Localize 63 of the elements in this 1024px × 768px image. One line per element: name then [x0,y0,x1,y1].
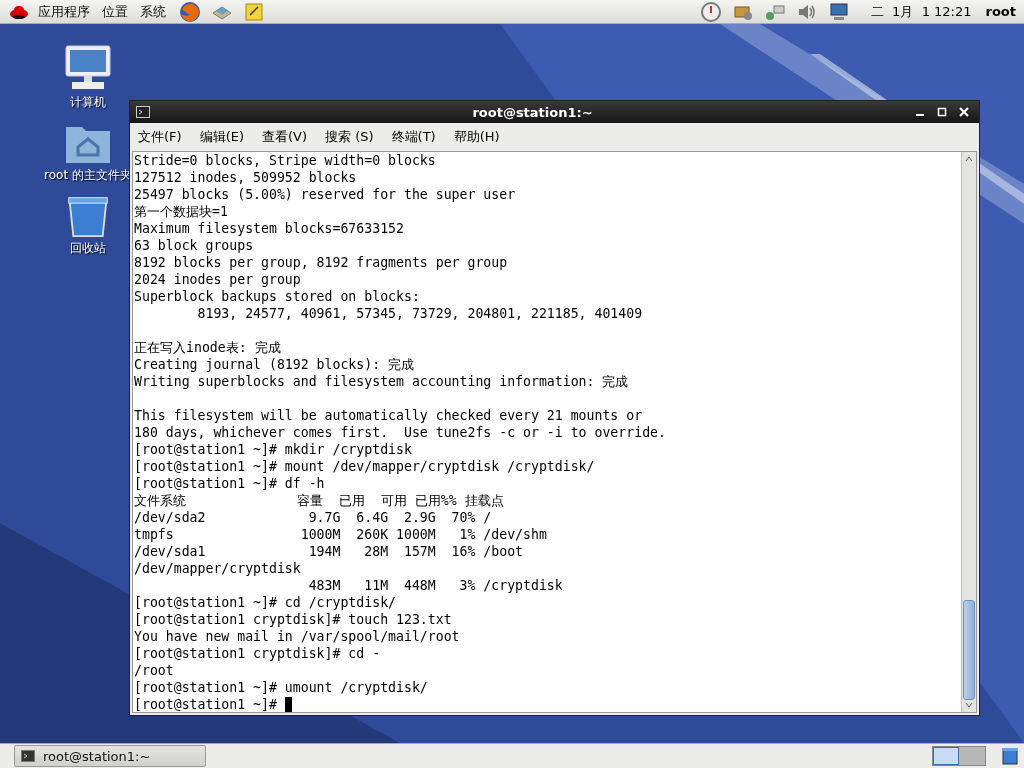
menu-item[interactable]: 搜索 (S) [321,126,378,148]
menu-item[interactable]: 查看(V) [258,126,312,148]
panel-menu[interactable]: 应用程序 [38,2,90,21]
terminal-line: [root@station1 ~]# umount /cryptdisk/ [134,680,428,695]
terminal-line: 127512 inodes, 509952 blocks [134,170,357,185]
terminal-line: Stride=0 blocks, Stripe width=0 blocks [134,153,436,168]
browser-globe-icon[interactable] [179,0,201,23]
menu-item[interactable]: 文件(F) [134,126,186,148]
terminal-line: 180 days, whichever comes first. Use tune2fs -c or -i to override. [134,425,666,440]
terminal-line: [root@station1 cryptdisk]# cd - [134,646,381,661]
terminal-line: [root@station1 ~]# cd /cryptdisk/ [134,595,396,610]
trash-icon[interactable] [66,194,110,238]
terminal-line: [root@station1 ~]# [134,697,278,712]
close-icon[interactable] [959,107,969,117]
terminal-line: [root@station1 ~]# mkdir /cryptdisk [134,442,412,457]
terminal-line: [root@station1 ~]# mount /dev/mapper/cryptdisk /cryptdisk/ [134,459,595,474]
terminal-line: 正在写入inode表: 完成 [134,340,281,355]
terminal-line: Writing superblocks and filesystem accounting information: 完成 [134,374,629,389]
monitor-icon[interactable] [827,0,850,23]
terminal-icon [136,106,150,118]
terminal-line: 483M 11M 448M 3% /cryptdisk [307,578,563,593]
menu-item[interactable]: 编辑(E) [195,126,248,148]
terminal-line: This filesystem will be automatically checked every 21 mounts or [134,408,643,423]
scroll-down-icon[interactable] [964,700,974,710]
terminal-line: [root@station1 cryptdisk]# touch 123.txt [134,612,452,627]
terminal-line: /dev/sda1 194M 28M 157M 16% /boot [134,544,524,559]
terminal-line: Creating journal (8192 blocks): 完成 [134,357,415,372]
notepad-icon[interactable] [243,0,265,23]
workspace-switch[interactable] [959,747,985,765]
terminal-line: Superblock backups stored on blocks: [134,289,420,304]
terminal-line: 25497 blocks (5.00%) reserved for the super user [134,187,516,202]
terminal-line: 第一个数据块=1 [134,204,228,219]
terminal-line: 2024 inodes per group [134,272,301,287]
window-title: root@station1:~ [471,104,594,120]
scrollbar-thumb[interactable] [963,600,975,700]
terminal-line: You have new mail in /var/spool/mail/root [134,629,460,644]
terminal-line: /root [134,663,174,678]
terminal-line: 8192 blocks per group, 8192 fragments per group [134,255,508,270]
terminal-line: 文件系统 容量 已用 可用 已用%% 挂载点 [134,493,504,508]
menu-item[interactable]: 终端(T) [387,126,440,148]
terminal-icon [21,750,35,762]
terminal-line: /dev/mapper/cryptdisk [134,561,301,576]
user-name[interactable]: root [985,4,1016,19]
scrollbar[interactable] [961,152,976,712]
text-cursor [284,697,292,712]
desktop-icon-label[interactable]: 回收站 [70,240,106,257]
maximize-icon[interactable] [937,107,947,117]
terminal-line: /dev/sda2 9.7G 6.4G 2.9G 70% / [134,510,492,525]
terminal-line: 63 block groups [134,238,254,253]
scroll-up-icon[interactable] [964,154,974,164]
desktop-icon-label[interactable]: 计算机 [70,94,106,111]
terminal-line: 8193, 24577, 40961, 57345, 73729, 204801, 221185, 401409 [196,306,643,321]
workspace-switch[interactable] [933,747,959,765]
taskbar-button[interactable]: root@station1:~ [14,745,206,767]
panel-menu[interactable]: 位置 [102,2,128,21]
terminal-line: tmpfs 1000M 260K 1000M 1% /dev/shm [134,527,547,542]
panel-menu[interactable]: 系统 [140,2,166,21]
terminal-line: [root@station1 ~]# df -h [134,476,325,491]
terminal-line: Maximum filesystem blocks=67633152 [134,221,404,236]
menu-item[interactable]: 帮助(H) [449,126,504,148]
computer-icon[interactable] [64,44,112,92]
trash-icon[interactable] [1000,746,1020,766]
clock[interactable]: 二 1月 1 12:21 [870,2,972,21]
